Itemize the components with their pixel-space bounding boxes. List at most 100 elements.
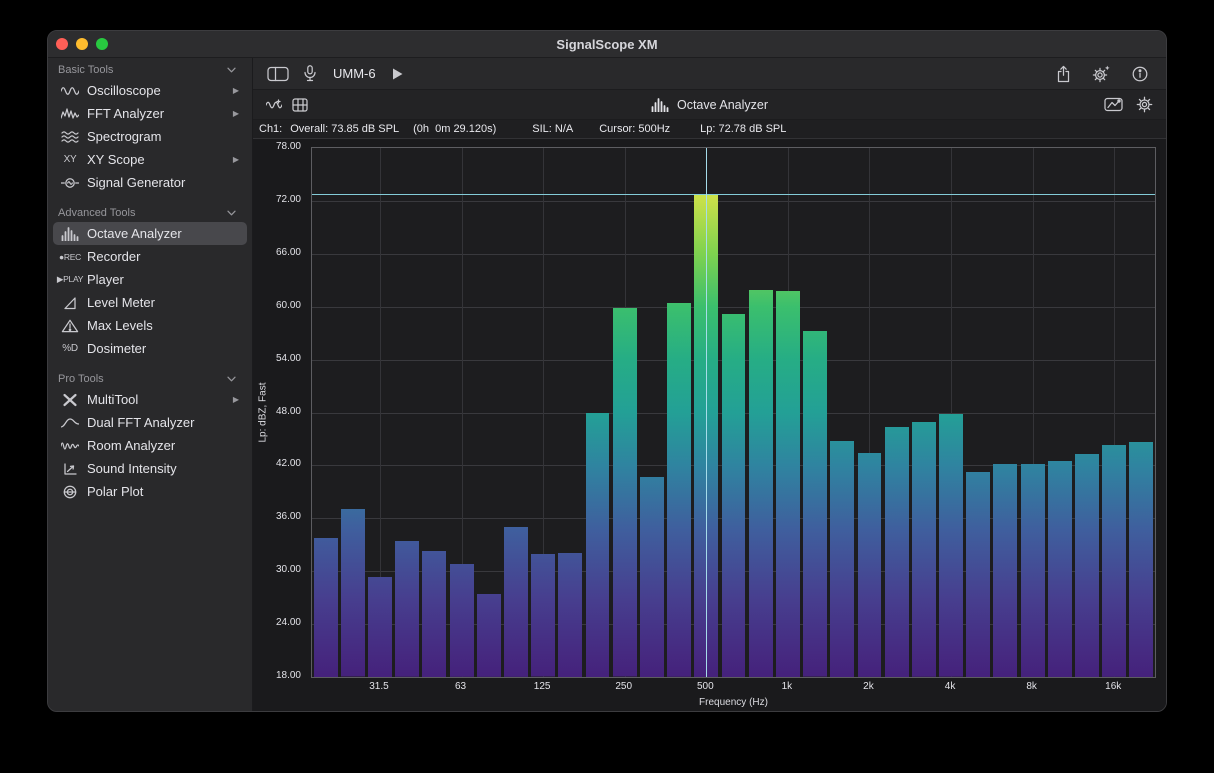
x-tick-label: 125 [534, 681, 551, 692]
polar-plot-icon [56, 485, 84, 499]
band-bar-8k [1021, 464, 1045, 677]
sidebar: Basic Tools Oscilloscope ▶ FFT Analyzer … [48, 58, 253, 711]
dual-fft-icon [56, 416, 84, 430]
band-bar-6.3k [993, 464, 1017, 677]
band-bar-2k [858, 453, 882, 677]
x-tick-label: 16k [1105, 681, 1121, 692]
sidebar-item-xy-scope[interactable]: XY XY Scope ▶ [53, 148, 247, 171]
grid-icon [292, 98, 308, 112]
disclosure-arrow-icon[interactable]: ▶ [233, 110, 239, 118]
sidebar-item-player[interactable]: ▶PLAY Player [53, 268, 247, 291]
sidebar-item-recorder[interactable]: ●REC Recorder [53, 245, 247, 268]
xy-scope-icon: XY [56, 154, 84, 165]
sidebar-item-polar-plot[interactable]: Polar Plot [53, 480, 247, 503]
chevron-down-icon [227, 67, 236, 73]
band-bar-160 [558, 553, 582, 677]
sidebar-toggle-button[interactable] [267, 66, 289, 82]
sidebar-item-dosimeter[interactable]: %D Dosimeter [53, 337, 247, 360]
titlebar[interactable]: SignalScope XM [48, 31, 1166, 58]
y-tick-label: 24.00 [276, 617, 301, 628]
zoom-button[interactable] [96, 38, 108, 50]
window-title: SignalScope XM [48, 37, 1166, 52]
sidebar-item-level-meter[interactable]: Level Meter [53, 291, 247, 314]
share-button[interactable] [1056, 65, 1071, 83]
y-tick-label: 54.00 [276, 353, 301, 364]
band-bar-630 [722, 314, 746, 677]
sound-intensity-icon [56, 462, 84, 476]
status-lp-level: Lp: 72.78 dB SPL [700, 123, 786, 135]
x-axis-title: Frequency (Hz) [311, 697, 1156, 708]
sidebar-item-fft-analyzer[interactable]: FFT Analyzer ▶ [53, 102, 247, 125]
sidebar-item-sound-intensity[interactable]: Sound Intensity [53, 457, 247, 480]
x-tick-label: 2k [863, 681, 874, 692]
sidebar-item-signal-generator[interactable]: Signal Generator [53, 171, 247, 194]
band-bar-315 [640, 477, 664, 677]
sidebar-item-octave-analyzer[interactable]: Octave Analyzer [53, 222, 247, 245]
y-tick-label: 72.00 [276, 194, 301, 205]
dosimeter-icon: %D [56, 343, 84, 354]
gridline-h [312, 201, 1155, 202]
band-bar-31.5 [368, 577, 392, 678]
status-channel: Ch1: [259, 123, 282, 135]
sidebar-item-max-levels[interactable]: Max Levels [53, 314, 247, 337]
section-advanced-tools[interactable]: Advanced Tools [48, 205, 252, 222]
band-bar-3.15k [912, 422, 936, 677]
waveform-view-button[interactable] [266, 99, 282, 111]
input-device-button[interactable] [304, 65, 316, 82]
status-overall-level: Overall: 73.85 dB SPL [290, 123, 399, 135]
band-bar-10k [1048, 461, 1072, 677]
disclosure-arrow-icon[interactable]: ▶ [233, 396, 239, 404]
traffic-lights [56, 38, 108, 50]
section-label: Advanced Tools [58, 207, 135, 219]
band-bar-1.25k [803, 331, 827, 677]
tool-header: Octave Analyzer [253, 90, 1166, 120]
band-bar-63 [450, 564, 474, 677]
chart-settings-button[interactable] [1136, 96, 1153, 113]
band-bar-2.5k [885, 427, 909, 677]
multitool-icon [56, 393, 84, 407]
sidebar-item-multitool[interactable]: MultiTool ▶ [53, 388, 247, 411]
frequency-cursor[interactable] [706, 148, 707, 677]
room-analyzer-icon [56, 439, 84, 453]
band-bar-250 [613, 308, 637, 677]
x-axis: 31.5631252505001k2k4k8k16k [311, 681, 1156, 694]
chart-display-button[interactable] [1104, 97, 1123, 112]
x-tick-label: 250 [615, 681, 632, 692]
sidebar-toggle-icon [267, 66, 289, 82]
section-basic-tools[interactable]: Basic Tools [48, 62, 252, 79]
signal-generator-icon [56, 176, 84, 190]
status-sil: SIL: N/A [532, 123, 573, 135]
play-icon [391, 67, 404, 81]
gridline-h [312, 254, 1155, 255]
sidebar-item-oscilloscope[interactable]: Oscilloscope ▶ [53, 79, 247, 102]
section-label: Basic Tools [58, 64, 113, 76]
sidebar-item-dual-fft-analyzer[interactable]: Dual FFT Analyzer [53, 411, 247, 434]
section-pro-tools[interactable]: Pro Tools [48, 371, 252, 388]
disclosure-arrow-icon[interactable]: ▶ [233, 156, 239, 164]
player-icon: ▶PLAY [56, 274, 84, 285]
x-tick-label: 1k [782, 681, 793, 692]
status-elapsed-time: (0h 0m 29.120s) [413, 123, 496, 135]
octave-chart: Lp: dBZ, Fast 78.0072.0066.0060.0054.004… [253, 139, 1166, 711]
status-bar: Ch1: Overall: 73.85 dB SPL (0h 0m 29.120… [253, 120, 1166, 139]
device-name[interactable]: UMM-6 [333, 66, 376, 81]
band-bar-4k [939, 414, 963, 677]
settings-button[interactable] [1092, 65, 1111, 83]
grid-view-button[interactable] [292, 98, 308, 112]
x-tick-label: 500 [697, 681, 714, 692]
band-bar-400 [667, 303, 691, 677]
sidebar-item-spectrogram[interactable]: Spectrogram [53, 125, 247, 148]
plot-area[interactable] [311, 147, 1156, 678]
minimize-button[interactable] [76, 38, 88, 50]
close-button[interactable] [56, 38, 68, 50]
y-tick-label: 36.00 [276, 511, 301, 522]
run-button[interactable] [391, 67, 404, 81]
waveform-icon [266, 99, 282, 111]
disclosure-arrow-icon[interactable]: ▶ [233, 87, 239, 95]
sidebar-item-room-analyzer[interactable]: Room Analyzer [53, 434, 247, 457]
info-button[interactable] [1132, 66, 1148, 82]
band-bar-20k [1129, 442, 1153, 677]
max-levels-icon [56, 319, 84, 333]
band-bar-25 [341, 509, 365, 677]
gridline-h [312, 307, 1155, 308]
